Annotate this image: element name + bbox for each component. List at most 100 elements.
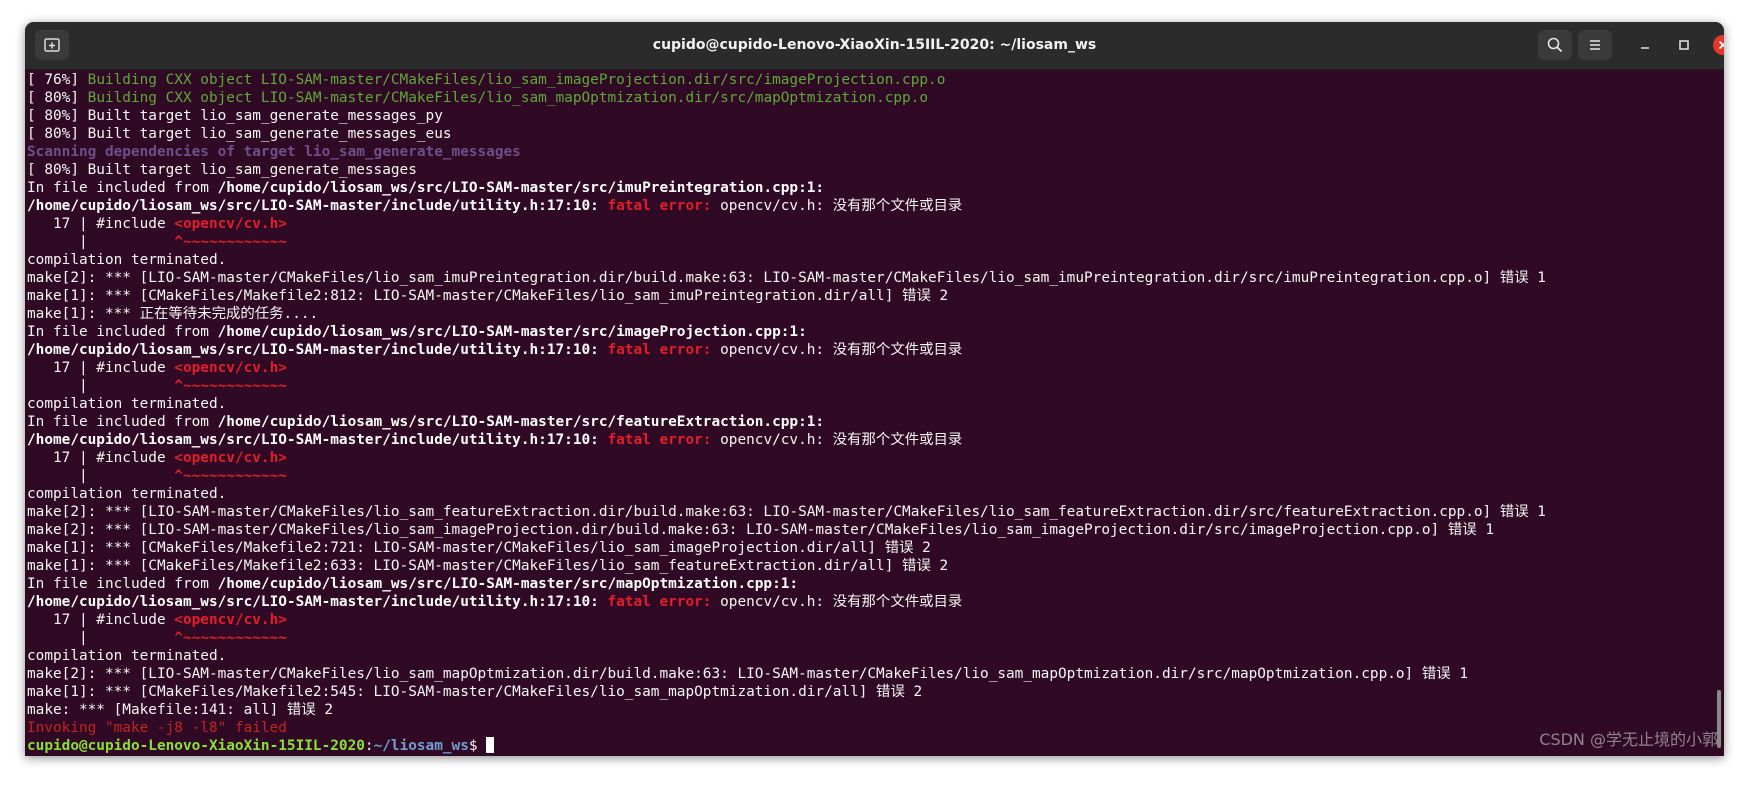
search-button[interactable] xyxy=(1538,30,1572,60)
terminal-text-segment: make[2]: *** [LIO-SAM-master/CMakeFiles/… xyxy=(27,522,1494,538)
terminal-line: 17 | #include <opencv/cv.h> xyxy=(27,359,1712,377)
terminal-line: Invoking "make -j8 -l8" failed xyxy=(27,719,1712,737)
terminal-line: compilation terminated. xyxy=(27,485,1712,503)
terminal-text-segment: ^~~~~~~~~~~~~ xyxy=(174,630,287,646)
terminal-text-segment: ~/liosam_ws xyxy=(373,738,469,754)
terminal-text-segment: make: *** [Makefile:141: all] 错误 2 xyxy=(27,702,334,718)
text-cursor xyxy=(486,737,495,753)
terminal-line: In file included from /home/cupido/liosa… xyxy=(27,179,1712,197)
terminal-line: 17 | #include <opencv/cv.h> xyxy=(27,215,1712,233)
terminal-text-segment: /home/cupido/liosam_ws/src/LIO-SAM-maste… xyxy=(27,198,608,214)
terminal-line: make[2]: *** [LIO-SAM-master/CMakeFiles/… xyxy=(27,665,1712,683)
terminal-text-segment: Building CXX object LIO-SAM-master/CMake… xyxy=(87,72,946,88)
terminal-text-segment: /home/cupido/liosam_ws/src/LIO-SAM-maste… xyxy=(27,342,608,358)
terminal-text-segment: <opencv/cv.h> xyxy=(174,612,287,628)
terminal-text-segment: make[2]: *** [LIO-SAM-master/CMakeFiles/… xyxy=(27,666,1468,682)
terminal-text-segment: opencv/cv.h: 没有那个文件或目录 xyxy=(720,342,963,358)
terminal-text-segment: <opencv/cv.h> xyxy=(174,450,287,466)
terminal-line: make[1]: *** [CMakeFiles/Makefile2:545: … xyxy=(27,683,1712,701)
terminal-text-segment: Building CXX object LIO-SAM-master/CMake… xyxy=(87,90,929,106)
terminal-line: compilation terminated. xyxy=(27,647,1712,665)
terminal-text-segment: compilation terminated. xyxy=(27,648,227,664)
menu-button[interactable] xyxy=(1578,30,1612,60)
terminal-line: | ^~~~~~~~~~~~~ xyxy=(27,377,1712,395)
close-icon xyxy=(1718,40,1724,50)
terminal-text-segment: In file included from xyxy=(27,180,218,196)
terminal-text-segment: fatal error: xyxy=(607,342,721,358)
terminal-text-segment: /home/cupido/liosam_ws/src/LIO-SAM-maste… xyxy=(27,432,608,448)
terminal-text-segment: ^~~~~~~~~~~~~ xyxy=(174,378,287,394)
terminal-line: 17 | #include <opencv/cv.h> xyxy=(27,449,1712,467)
terminal-text-segment: compilation terminated. xyxy=(27,252,227,268)
terminal-text-segment: | xyxy=(27,630,175,646)
terminal-line: | ^~~~~~~~~~~~~ xyxy=(27,629,1712,647)
close-button[interactable] xyxy=(1713,35,1724,55)
terminal-text-segment: $ xyxy=(468,738,487,754)
terminal-text-segment: opencv/cv.h: 没有那个文件或目录 xyxy=(720,198,963,214)
terminal-line: | ^~~~~~~~~~~~~ xyxy=(27,233,1712,251)
terminal-line: cupido@cupido-Lenovo-XiaoXin-15IIL-2020:… xyxy=(27,737,1712,755)
terminal-text-segment: <opencv/cv.h> xyxy=(174,360,287,376)
terminal-line: In file included from /home/cupido/liosa… xyxy=(27,413,1712,431)
terminal-text-segment: [ 80%] Built target lio_sam_generate_mes… xyxy=(27,126,452,142)
terminal-text-segment: fatal error: xyxy=(607,432,721,448)
title-bar: cupido@cupido-Lenovo-XiaoXin-15IIL-2020:… xyxy=(25,22,1724,70)
terminal-text-segment: Scanning dependencies of target lio_sam_… xyxy=(27,144,521,160)
terminal-line: make[1]: *** [CMakeFiles/Makefile2:812: … xyxy=(27,287,1712,305)
terminal-line: /home/cupido/liosam_ws/src/LIO-SAM-maste… xyxy=(27,197,1712,215)
terminal-output[interactable]: [ 76%] Building CXX object LIO-SAM-maste… xyxy=(27,71,1712,756)
terminal-line: [ 80%] Building CXX object LIO-SAM-maste… xyxy=(27,89,1712,107)
terminal-line: compilation terminated. xyxy=(27,395,1712,413)
terminal-text-segment: /home/cupido/liosam_ws/src/LIO-SAM-maste… xyxy=(217,414,825,430)
terminal-text-segment: ^~~~~~~~~~~~~ xyxy=(174,234,287,250)
terminal-text-segment: | xyxy=(27,234,175,250)
terminal-text-segment: make[2]: *** [LIO-SAM-master/CMakeFiles/… xyxy=(27,504,1546,520)
terminal-text-segment: /home/cupido/liosam_ws/src/LIO-SAM-maste… xyxy=(217,324,807,340)
terminal-line: [ 76%] Building CXX object LIO-SAM-maste… xyxy=(27,71,1712,89)
terminal-line: make[2]: *** [LIO-SAM-master/CMakeFiles/… xyxy=(27,521,1712,539)
maximize-button[interactable] xyxy=(1674,35,1694,55)
terminal-line: [ 80%] Built target lio_sam_generate_mes… xyxy=(27,125,1712,143)
watermark: CSDN @学无止境的小郭 xyxy=(1539,730,1718,749)
terminal-text-segment: <opencv/cv.h> xyxy=(174,216,287,232)
terminal-text-segment: [ 80%] Built target lio_sam_generate_mes… xyxy=(27,108,443,124)
terminal-text-segment: make[1]: *** [CMakeFiles/Makefile2:545: … xyxy=(27,684,923,700)
terminal-text-segment: make[1]: *** 正在等待未完成的任务.... xyxy=(27,306,319,322)
terminal-text-segment: In file included from xyxy=(27,414,218,430)
minimize-button[interactable] xyxy=(1635,35,1655,55)
terminal-text-segment: fatal error: xyxy=(607,198,721,214)
terminal-text-segment: make[1]: *** [CMakeFiles/Makefile2:633: … xyxy=(27,558,949,574)
terminal-line: make[2]: *** [LIO-SAM-master/CMakeFiles/… xyxy=(27,503,1712,521)
terminal-line: [ 80%] Built target lio_sam_generate_mes… xyxy=(27,107,1712,125)
terminal-text-segment: opencv/cv.h: 没有那个文件或目录 xyxy=(720,594,963,610)
maximize-icon xyxy=(1679,40,1689,50)
terminal-line: make: *** [Makefile:141: all] 错误 2 xyxy=(27,701,1712,719)
terminal-line: make[1]: *** 正在等待未完成的任务.... xyxy=(27,305,1712,323)
terminal-line: In file included from /home/cupido/liosa… xyxy=(27,323,1712,341)
terminal-text-segment: | xyxy=(27,468,175,484)
terminal-text-segment: [ 80%] xyxy=(27,90,88,106)
terminal-text-segment: compilation terminated. xyxy=(27,486,227,502)
terminal-text-segment: 17 | #include xyxy=(27,450,175,466)
terminal-line: Scanning dependencies of target lio_sam_… xyxy=(27,143,1712,161)
terminal-text-segment: | xyxy=(27,378,175,394)
terminal-line: /home/cupido/liosam_ws/src/LIO-SAM-maste… xyxy=(27,341,1712,359)
terminal-window: cupido@cupido-Lenovo-XiaoXin-15IIL-2020:… xyxy=(25,22,1724,756)
minimize-icon xyxy=(1641,47,1649,49)
search-icon xyxy=(1547,37,1563,53)
window-title: cupido@cupido-Lenovo-XiaoXin-15IIL-2020:… xyxy=(652,37,1097,53)
terminal-text-segment: : xyxy=(364,738,374,754)
terminal-line: /home/cupido/liosam_ws/src/LIO-SAM-maste… xyxy=(27,593,1712,611)
terminal-text-segment: make[1]: *** [CMakeFiles/Makefile2:721: … xyxy=(27,540,931,556)
terminal-text-segment: cupido@cupido-Lenovo-XiaoXin-15IIL-2020 xyxy=(27,738,365,754)
terminal-text-segment: Invoking "make -j8 -l8" failed xyxy=(27,720,287,736)
terminal-line: make[1]: *** [CMakeFiles/Makefile2:721: … xyxy=(27,539,1712,557)
terminal-text-segment: [ 80%] Built target lio_sam_generate_mes… xyxy=(27,162,417,178)
terminal-text-segment: fatal error: xyxy=(607,594,721,610)
terminal-text-segment: compilation terminated. xyxy=(27,396,227,412)
terminal-text-segment: In file included from xyxy=(27,576,218,592)
terminal-text-segment: [ 76%] xyxy=(27,72,88,88)
terminal-line: [ 80%] Built target lio_sam_generate_mes… xyxy=(27,161,1712,179)
terminal-text-segment: In file included from xyxy=(27,324,218,340)
terminal-line: /home/cupido/liosam_ws/src/LIO-SAM-maste… xyxy=(27,431,1712,449)
